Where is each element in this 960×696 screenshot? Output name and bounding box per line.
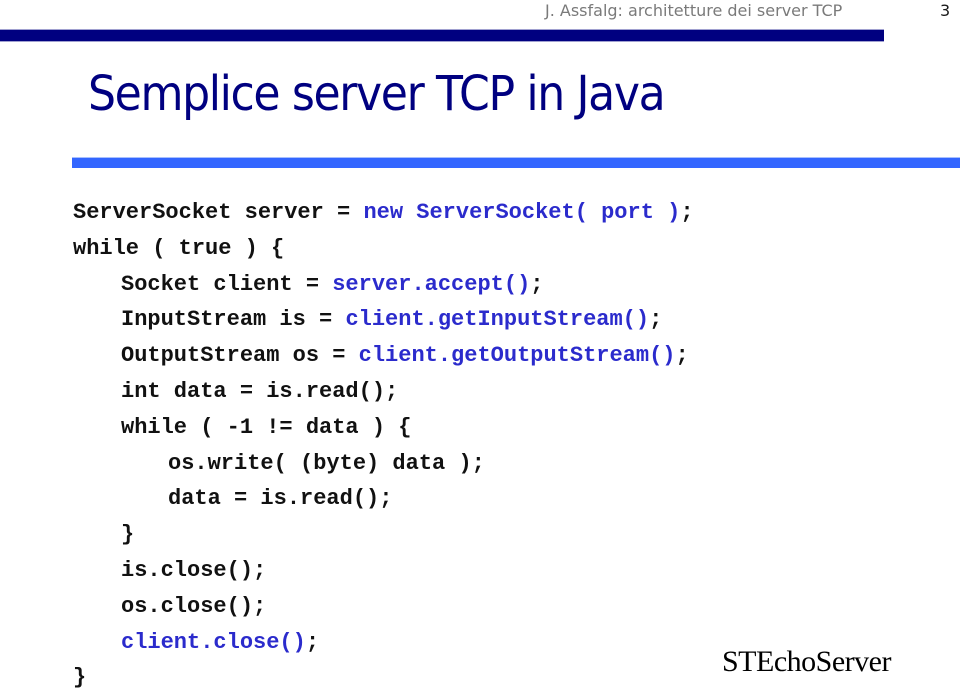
code-text: Socket client = bbox=[121, 271, 333, 297]
code-line: Socket client = server.accept(); bbox=[73, 267, 694, 303]
code-line: int data = is.read(); bbox=[73, 374, 694, 410]
code-text: } bbox=[73, 665, 87, 691]
code-text: } bbox=[121, 522, 135, 548]
code-line: data = is.read(); bbox=[73, 481, 694, 517]
code-text: InputStream is = bbox=[121, 307, 346, 333]
code-highlight: new ServerSocket( port ) bbox=[363, 200, 681, 225]
code-text: while ( true ) { bbox=[73, 235, 285, 261]
code-text: data = is.read(); bbox=[168, 486, 393, 512]
slide-caption: STEchoServer bbox=[722, 645, 891, 678]
code-line: while ( true ) { bbox=[73, 231, 694, 267]
code-line: os.close(); bbox=[73, 589, 694, 625]
code-highlight: client.getOutputStream() bbox=[358, 343, 676, 369]
code-line: while ( -1 != data ) { bbox=[73, 410, 694, 446]
code-text: while ( -1 != data ) { bbox=[121, 414, 412, 440]
code-text: int data = is.read(); bbox=[121, 378, 399, 404]
code-line: OutputStream os = client.getOutputStream… bbox=[73, 338, 694, 374]
code-highlight: client.getInputStream() bbox=[345, 307, 650, 333]
code-line: os.write( (byte) data ); bbox=[73, 446, 694, 482]
code-highlight: client.close() bbox=[121, 629, 306, 655]
code-text: ; bbox=[680, 200, 694, 225]
code-line: ServerSocket server = new ServerSocket( … bbox=[73, 195, 694, 231]
code-line: } bbox=[73, 517, 694, 553]
header-divider-bar bbox=[0, 29, 884, 42]
code-line: client.close(); bbox=[73, 625, 694, 661]
title-underline-bar bbox=[72, 157, 960, 168]
code-text: os.close(); bbox=[121, 593, 267, 619]
code-text: is.close(); bbox=[121, 557, 267, 583]
code-highlight: server.accept() bbox=[332, 271, 531, 297]
code-text: ; bbox=[675, 343, 689, 369]
code-line: InputStream is = client.getInputStream()… bbox=[73, 302, 694, 338]
code-text: os.write( (byte) data ); bbox=[168, 450, 485, 476]
code-text: OutputStream os = bbox=[121, 343, 359, 369]
code-block: ServerSocket server = new ServerSocket( … bbox=[73, 195, 694, 696]
page-number: 3 bbox=[940, 1, 951, 20]
code-text: ServerSocket server = bbox=[73, 200, 364, 225]
code-text: ; bbox=[530, 271, 544, 297]
running-header-title: J. Assfalg: architetture dei server TCP bbox=[545, 1, 843, 20]
code-text: ; bbox=[305, 629, 320, 655]
code-text: ; bbox=[649, 307, 663, 333]
code-line: is.close(); bbox=[73, 553, 694, 589]
slide-title: Semplice server TCP in Java bbox=[88, 66, 666, 122]
